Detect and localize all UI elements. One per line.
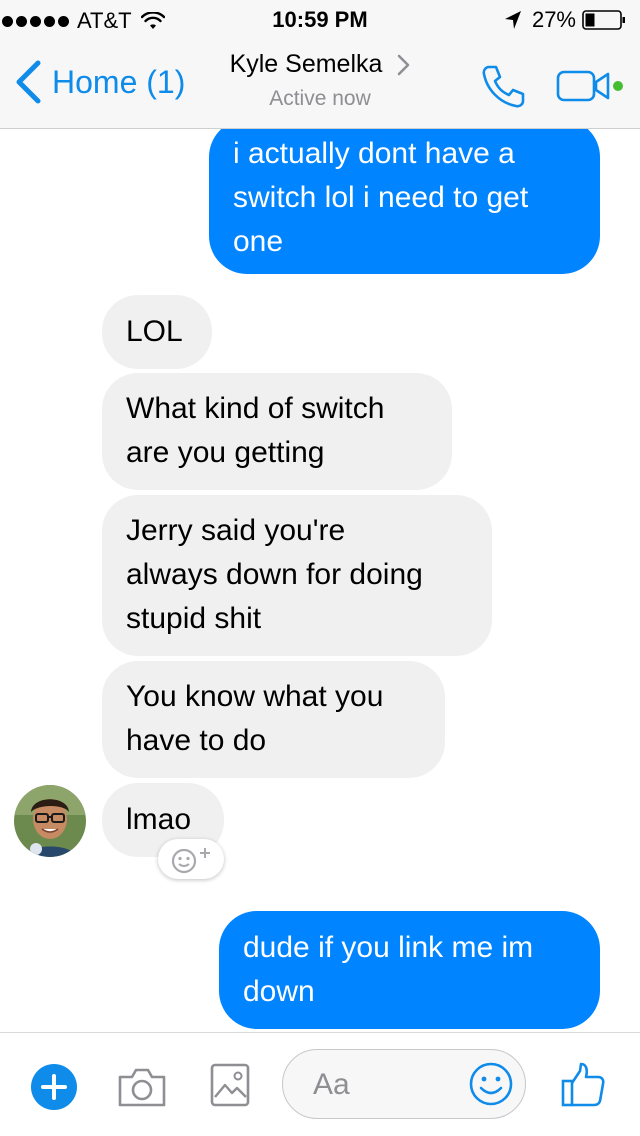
message-bubble-incoming[interactable]: Jerry said you're always down for doing … [102, 495, 492, 656]
message-line: are you getting [126, 436, 325, 469]
phone-icon[interactable] [480, 62, 528, 110]
chevron-right-icon [398, 54, 410, 75]
message-line: LOL [126, 315, 183, 348]
thumbs-up-icon[interactable] [560, 1061, 606, 1109]
message-list: i actually dont have a switch lol i need… [0, 129, 640, 1032]
message-line: stupid shit [126, 602, 262, 635]
message-line: Jerry said you're [126, 514, 346, 547]
message-line: You know what you [126, 680, 384, 713]
message-bubble-incoming[interactable]: What kind of switch are you getting [102, 373, 452, 490]
message-line: dude if you link me im [243, 931, 534, 964]
chevron-left-icon [16, 60, 41, 104]
message-line: down [243, 975, 315, 1008]
avatar[interactable] [14, 785, 86, 857]
location-arrow-icon [504, 11, 521, 29]
status-bar: AT&T 10:59 PM 27% [0, 0, 640, 40]
message-line: i actually dont have a [233, 137, 515, 170]
back-button[interactable]: Home (1) [14, 60, 185, 104]
camera-icon[interactable] [116, 1065, 168, 1109]
message-line: one [233, 225, 284, 258]
video-camera-icon[interactable] [556, 68, 626, 104]
message-bubble-incoming[interactable]: LOL [102, 295, 212, 369]
message-input[interactable] [311, 1062, 465, 1108]
plus-icon[interactable] [30, 1063, 78, 1111]
message-line: lmao [126, 803, 192, 836]
message-input-box[interactable] [282, 1049, 526, 1119]
photo-icon[interactable] [210, 1063, 250, 1107]
message-line: switch lol i need to get [233, 181, 529, 214]
contact-name: Kyle Semelka [229, 50, 383, 78]
active-status: Active now [269, 87, 371, 110]
emoji-icon[interactable] [469, 1062, 513, 1106]
message-bubble-outgoing[interactable]: i actually dont have a switch lol i need… [209, 129, 600, 274]
conversation-header: Home (1) Kyle Semelka Active now [0, 40, 640, 129]
message-line: always down for doing [126, 558, 423, 591]
contact-photo [14, 785, 86, 857]
message-line: have to do [126, 724, 267, 757]
add-reaction-icon [171, 848, 210, 874]
composer-bar [0, 1032, 640, 1136]
battery-icon [582, 10, 625, 30]
battery-percent: 27% [531, 7, 576, 32]
online-indicator [613, 81, 623, 91]
message-bubble-outgoing[interactable]: dude if you link me im down [219, 911, 600, 1029]
message-bubble-incoming[interactable]: You know what you have to do [102, 661, 445, 778]
status-right: 27% [504, 7, 626, 33]
messenger-screen: AT&T 10:59 PM 27% Home (1) Kyle Semelka … [0, 0, 640, 1136]
contact-title[interactable]: Kyle Semelka Active now [200, 50, 440, 111]
message-line: What kind of switch [126, 392, 385, 425]
add-reaction-button[interactable] [158, 839, 224, 879]
back-label: Home (1) [52, 63, 186, 100]
